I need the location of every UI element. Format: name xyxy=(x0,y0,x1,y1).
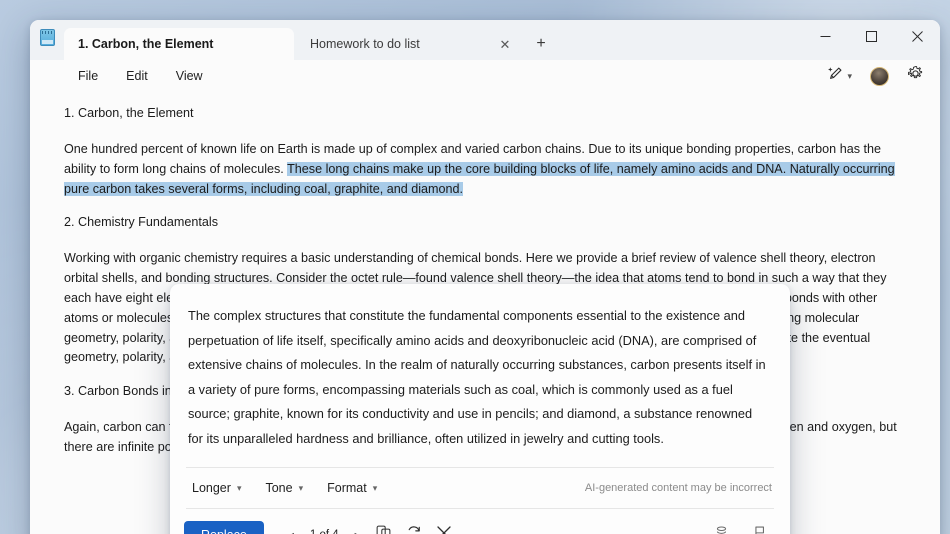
ai-disclaimer: AI-generated content may be incorrect xyxy=(584,482,772,494)
option-tone[interactable]: Tone ▾ xyxy=(257,477,311,499)
credits-button[interactable] xyxy=(706,521,736,534)
result-pager: ◀ 1 of 4 ▶ xyxy=(280,523,369,534)
menu-file-label: File xyxy=(78,69,99,83)
minimize-icon[interactable] xyxy=(802,20,848,52)
pen-sparkle-icon xyxy=(827,65,844,87)
stack-icon xyxy=(714,525,729,534)
menu-bar-right-actions: ▾ xyxy=(823,62,928,90)
report-button[interactable] xyxy=(744,521,774,534)
menu-edit[interactable]: Edit xyxy=(112,65,162,87)
ai-actions-bar: Replace ◀ 1 of 4 ▶ xyxy=(170,509,790,534)
tab-label: 1. Carbon, the Element xyxy=(78,37,214,51)
document-editor[interactable]: 1. Carbon, the Element One hundred perce… xyxy=(30,92,940,534)
chevron-down-icon: ▾ xyxy=(372,482,378,493)
user-avatar-button[interactable] xyxy=(866,64,893,89)
doc-heading-2: 2. Chemistry Fundamentals xyxy=(64,215,218,230)
settings-button[interactable] xyxy=(903,62,928,90)
ai-rewrite-card: The complex structures that constitute t… xyxy=(170,284,790,534)
replace-button[interactable]: Replace xyxy=(184,521,264,534)
rewrite-button[interactable]: ▾ xyxy=(823,62,856,90)
close-icon[interactable]: ✕ xyxy=(496,38,514,51)
flag-icon xyxy=(752,525,767,534)
option-format-label: Format xyxy=(327,481,367,495)
ai-generated-text: The complex structures that constitute t… xyxy=(188,308,766,446)
doc-paragraph-1: One hundred percent of known life on Ear… xyxy=(64,140,904,199)
gear-icon xyxy=(907,65,924,87)
tab-carbon-the-element[interactable]: 1. Carbon, the Element xyxy=(64,28,294,60)
option-longer-label: Longer xyxy=(192,481,231,495)
close-icon xyxy=(437,525,451,534)
triangle-left-icon[interactable]: ◀ xyxy=(280,523,302,534)
triangle-right-icon[interactable]: ▶ xyxy=(347,523,369,534)
window-controls xyxy=(802,20,940,52)
option-longer[interactable]: Longer ▾ xyxy=(184,477,249,499)
regenerate-button[interactable] xyxy=(399,521,429,534)
option-format[interactable]: Format ▾ xyxy=(319,477,385,499)
new-tab-button[interactable]: + xyxy=(526,28,556,60)
copy-icon xyxy=(376,525,391,534)
chevron-down-icon: ▾ xyxy=(847,70,852,81)
ai-generated-text-container: The complex structures that constitute t… xyxy=(170,284,790,467)
ai-options-bar: Longer ▾ Tone ▾ Format ▾ AI-generated co… xyxy=(170,468,790,508)
close-icon[interactable] xyxy=(894,20,940,52)
dismiss-button[interactable] xyxy=(429,521,459,534)
notepad-window: 1. Carbon, the Element Homework to do li… xyxy=(30,20,940,534)
page-indicator: 1 of 4 xyxy=(304,529,345,534)
title-bar: 1. Carbon, the Element Homework to do li… xyxy=(30,20,940,60)
menu-edit-label: Edit xyxy=(126,69,148,83)
refresh-icon xyxy=(406,525,422,534)
option-tone-label: Tone xyxy=(265,481,293,495)
chevron-down-icon: ▾ xyxy=(298,482,304,493)
menu-file[interactable]: File xyxy=(64,65,112,87)
menu-bar: File Edit View ▾ xyxy=(30,60,940,92)
tab-homework-to-do-list[interactable]: Homework to do list ✕ xyxy=(294,28,526,60)
notepad-icon xyxy=(30,20,64,60)
tab-label: Homework to do list xyxy=(310,37,420,51)
chevron-down-icon: ▾ xyxy=(236,482,242,493)
ai-actions-secondary xyxy=(706,521,774,534)
avatar xyxy=(870,66,889,86)
doc-heading-1: 1. Carbon, the Element xyxy=(64,106,194,120)
maximize-icon[interactable] xyxy=(848,20,894,52)
menu-view-label: View xyxy=(175,69,203,83)
copy-button[interactable] xyxy=(369,521,399,534)
menu-view[interactable]: View xyxy=(162,65,217,87)
